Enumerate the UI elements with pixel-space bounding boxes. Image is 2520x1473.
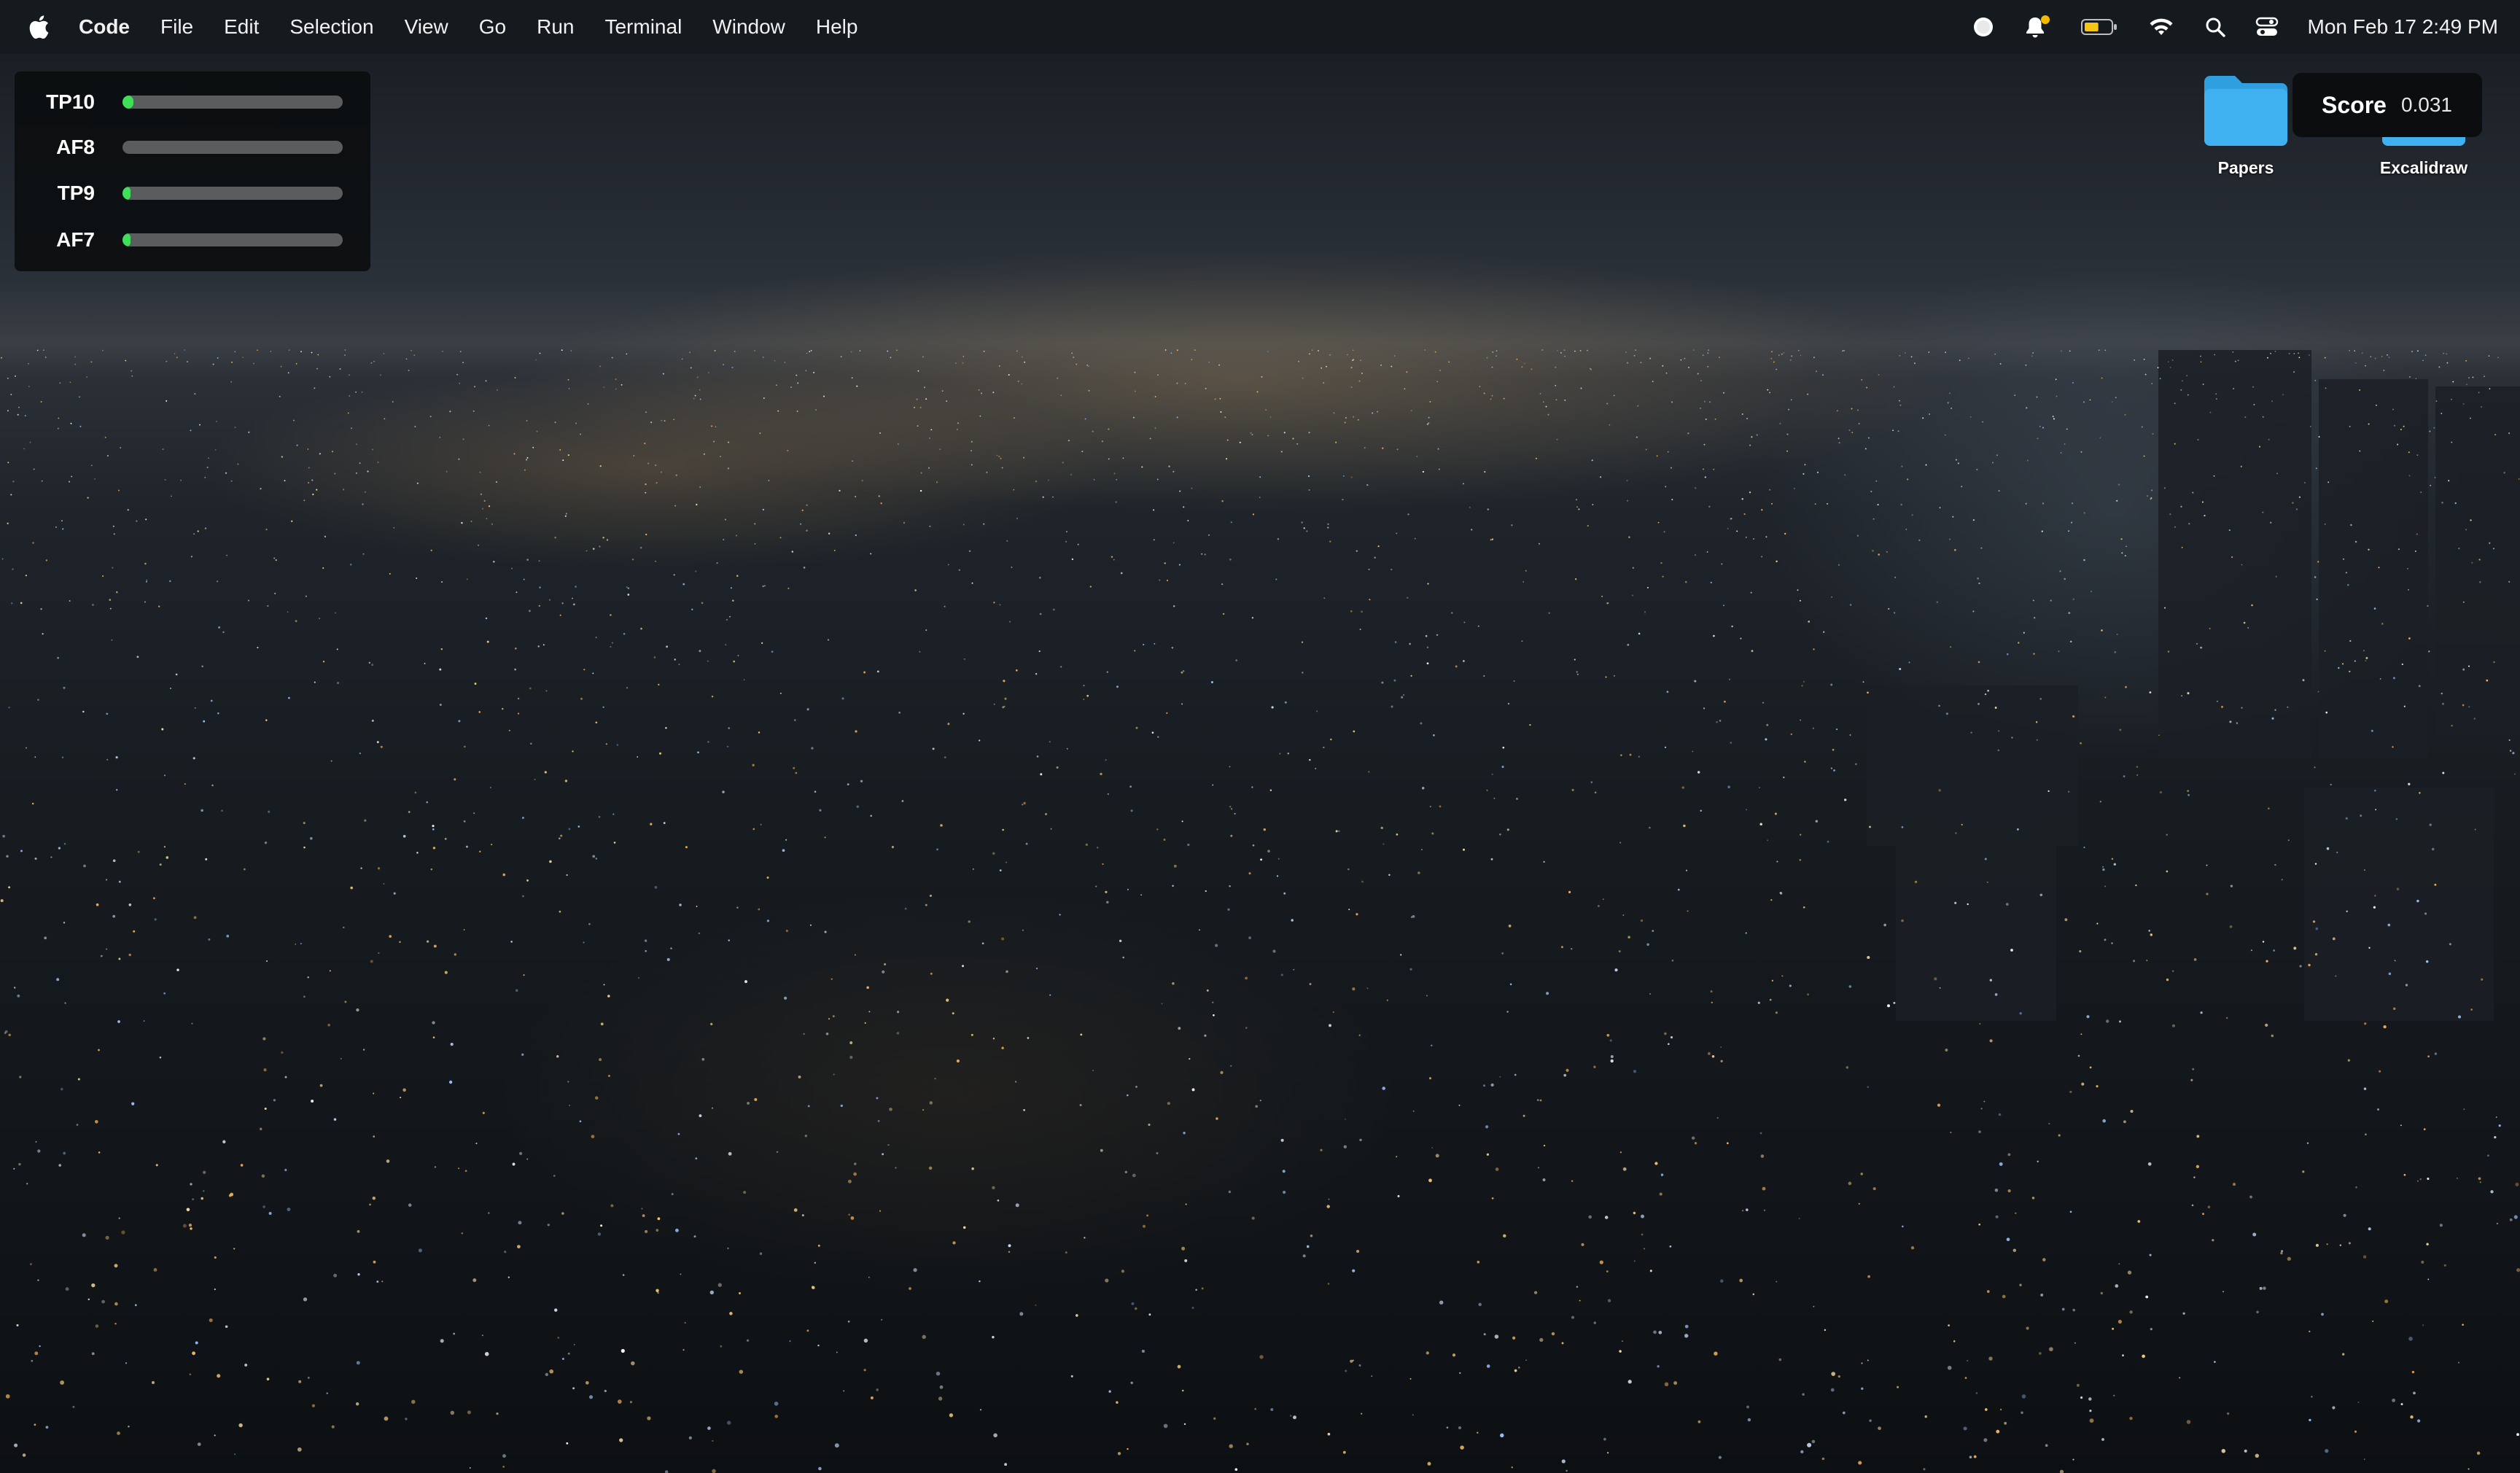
status-area: Mon Feb 17 2:49 PM xyxy=(1943,0,2498,54)
channel-level-fill xyxy=(122,233,131,246)
score-value: 0.031 xyxy=(2400,93,2453,116)
channel-row-tp9: TP9 xyxy=(15,179,370,208)
menu-file[interactable]: File xyxy=(160,15,193,39)
menu-go[interactable]: Go xyxy=(479,15,506,39)
menu-selection[interactable]: Selection xyxy=(289,15,373,39)
channel-level-bar xyxy=(122,96,343,109)
battery-icon[interactable] xyxy=(2080,17,2118,37)
score-panel: Score 0.031 xyxy=(2292,73,2482,137)
channel-row-af8: AF8 xyxy=(15,133,370,162)
desktop-icon-label: Papers xyxy=(2217,158,2274,177)
search-icon[interactable] xyxy=(2204,16,2226,38)
app-menu-code[interactable]: Code xyxy=(79,15,130,39)
menu-bar-clock[interactable]: Mon Feb 17 2:49 PM xyxy=(2308,15,2498,39)
menu-window[interactable]: Window xyxy=(712,15,785,39)
score-label: Score xyxy=(2322,91,2387,118)
menu-edit[interactable]: Edit xyxy=(224,15,259,39)
channel-level-fill xyxy=(122,187,131,200)
city-lights-wallpaper xyxy=(0,349,2520,1473)
channel-level-bar xyxy=(122,233,343,246)
channel-label: TP9 xyxy=(57,182,95,204)
channel-level-fill xyxy=(122,96,134,109)
record-icon[interactable] xyxy=(1972,16,1994,38)
menu-run[interactable]: Run xyxy=(537,15,574,39)
channel-label: AF8 xyxy=(56,136,95,158)
control-center-icon[interactable] xyxy=(2255,16,2279,38)
menu-terminal[interactable]: Terminal xyxy=(604,15,682,39)
wifi-icon[interactable] xyxy=(2147,16,2175,38)
channel-level-bar xyxy=(122,187,343,200)
channel-level-bar xyxy=(122,141,343,154)
desktop-wallpaper: Code File Edit Selection View Go Run Ter… xyxy=(0,0,2520,1473)
channel-label: AF7 xyxy=(56,228,95,251)
eeg-signal-widget: TP10 AF8 TP9 AF7 xyxy=(15,71,370,271)
folder-icon xyxy=(2204,76,2287,146)
apple-menu-icon[interactable] xyxy=(26,15,51,39)
channel-row-tp10: TP10 xyxy=(15,88,370,117)
menu-help[interactable]: Help xyxy=(816,15,858,39)
menu-view[interactable]: View xyxy=(405,15,448,39)
channel-row-af7: AF7 xyxy=(15,225,370,254)
channel-label: TP10 xyxy=(46,90,95,113)
desktop-icon-label: Excalidraw xyxy=(2379,158,2468,177)
menu-bar: Code File Edit Selection View Go Run Ter… xyxy=(0,0,2520,54)
notification-bell-icon[interactable] xyxy=(2023,15,2051,39)
